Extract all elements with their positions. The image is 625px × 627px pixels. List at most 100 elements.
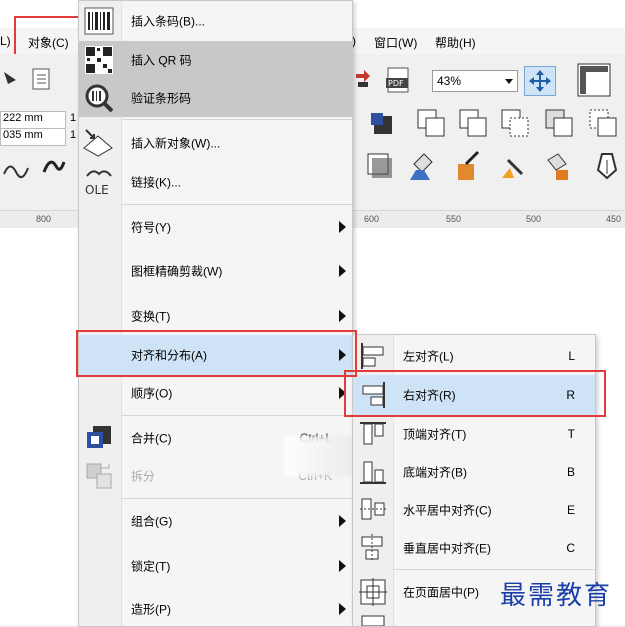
shape-tool-icon[interactable] <box>2 68 22 88</box>
menu-item-label: 造形(P) <box>131 602 171 617</box>
submenu-item-align-top[interactable]: 顶端对齐(T) T <box>353 415 595 453</box>
menu-item-label: 验证条形码 <box>131 91 192 106</box>
menu-item-label: 变换(T) <box>131 309 171 324</box>
submenu-arrow-icon <box>339 221 346 233</box>
menu-separator <box>121 498 352 499</box>
barcode-icon <box>84 7 114 35</box>
submenu-arrow-icon <box>339 310 346 322</box>
export-arrow-icon[interactable] <box>354 68 372 88</box>
document-icon[interactable] <box>30 66 56 92</box>
menu-item-insert-new-object[interactable]: 插入新对象(W)... <box>79 123 352 163</box>
move-arrows-icon <box>529 70 551 92</box>
submenu-item-shortcut: T <box>567 427 575 441</box>
center-page-icon <box>359 578 387 606</box>
submenu-arrow-icon <box>339 603 346 615</box>
dim-field-2[interactable]: 035 mm <box>0 128 66 146</box>
menu-item-label: 拆分 <box>131 469 156 484</box>
verify-barcode-icon <box>85 84 114 113</box>
menu-item-label: 合并(C) <box>131 431 172 446</box>
ruler-label: 800 <box>36 214 52 224</box>
ruler-label: 550 <box>446 214 462 224</box>
submenu-arrow-icon <box>339 265 346 277</box>
menu-item-lock[interactable]: 锁定(T) <box>79 547 352 585</box>
menu-help[interactable]: 帮助(H) <box>435 34 476 51</box>
export-pdf-icon[interactable]: PDF <box>384 66 414 96</box>
mesh-fill-icon[interactable] <box>452 150 486 184</box>
intersect-icon[interactable] <box>498 106 532 140</box>
zoom-select[interactable]: 43% <box>432 70 518 92</box>
curve-tool-icon[interactable] <box>0 154 30 184</box>
menu-item-label: 符号(Y) <box>131 220 171 235</box>
rulers-icon[interactable] <box>576 62 612 98</box>
menu-item-powerclip[interactable]: 图框精确剪裁(W) <box>79 251 352 291</box>
watermark: 最需教育 <box>500 581 613 611</box>
menu-item-insert-qr[interactable]: 插入 QR 码 <box>79 41 352 79</box>
menu-item-link[interactable]: OLE 链接(K)... <box>79 163 352 201</box>
object-menu: 插入条码(B)... 插入 QR 码 验证条形码 插入新对象(W)... OLE… <box>78 0 353 627</box>
svg-text:OLE: OLE <box>85 183 109 197</box>
submenu-arrow-icon <box>339 515 346 527</box>
align-top-icon <box>360 422 386 445</box>
menu-item-order[interactable]: 顺序(O) <box>79 375 352 411</box>
submenu-item-label: 左对齐(L) <box>403 349 454 364</box>
spiral-tool-icon[interactable] <box>38 152 68 182</box>
paint-bucket-icon[interactable] <box>540 150 574 184</box>
chevron-down-icon[interactable] <box>505 79 513 84</box>
menu-item-label: 顺序(O) <box>131 386 173 401</box>
combine-icon <box>87 426 111 448</box>
menu-item-symbol[interactable]: 符号(Y) <box>79 207 352 247</box>
submenu-arrow-icon <box>339 560 346 572</box>
align-distribute-callout <box>76 330 357 377</box>
menu-separator <box>121 119 352 120</box>
submenu-item-align-center-vertical[interactable]: 垂直居中对齐(E) C <box>353 529 595 567</box>
front-minus-back-icon[interactable] <box>586 106 620 140</box>
align-right-callout <box>344 370 606 417</box>
align-objects-icon[interactable] <box>368 110 396 138</box>
fill-tool-icon[interactable] <box>406 150 440 184</box>
menu-item-label: 组合(G) <box>131 514 173 529</box>
dim-field-1[interactable]: 222 mm <box>0 111 66 129</box>
eyedropper-icon[interactable] <box>498 150 532 184</box>
menu-partial-left[interactable]: L) <box>0 34 11 48</box>
menu-item-group[interactable]: 组合(G) <box>79 501 352 541</box>
submenu-item-align-bottom[interactable]: 底端对齐(B) B <box>353 453 595 491</box>
zoom-value: 43% <box>437 74 462 88</box>
ole-icon: OLE <box>85 170 112 197</box>
align-center-horizontal-icon <box>360 498 386 520</box>
submenu-item-shortcut: C <box>566 541 575 555</box>
submenu-item-label: 底端对齐(B) <box>403 465 467 480</box>
menu-item-label: 插入 QR 码 <box>131 53 192 68</box>
menu-item-label: 插入条码(B)... <box>131 14 205 29</box>
shadow-tool-icon[interactable] <box>366 152 396 182</box>
simplify-icon[interactable] <box>542 106 576 140</box>
insert-object-icon <box>83 129 113 157</box>
submenu-item-label: 顶端对齐(T) <box>403 427 467 442</box>
align-center-vertical-icon <box>361 534 383 562</box>
menu-item-shaping[interactable]: 造形(P) <box>79 591 352 627</box>
menu-item-insert-barcode[interactable]: 插入条码(B)... <box>79 1 352 41</box>
ruler-label: 450 <box>606 214 622 224</box>
submenu-item-label: 在页面居中(P) <box>403 585 479 600</box>
weld-icon[interactable] <box>414 106 448 140</box>
ruler-label: 500 <box>526 214 542 224</box>
menu-separator <box>121 415 352 416</box>
pan-tool-button[interactable] <box>524 66 556 96</box>
menu-window[interactable]: 窗口(W) <box>374 34 417 51</box>
svg-text:PDF: PDF <box>388 79 404 88</box>
submenu-item-label: 水平居中对齐(C) <box>403 503 492 518</box>
menu-item-label: 链接(K)... <box>131 175 181 190</box>
dim-field-1-partial: 1 <box>70 112 77 124</box>
align-bottom-icon <box>360 461 386 484</box>
submenu-item-shortcut: B <box>566 465 575 479</box>
menu-item-label: 插入新对象(W)... <box>131 136 221 151</box>
menu-item-label: 锁定(T) <box>131 559 171 574</box>
partial-next-item-icon <box>361 615 385 626</box>
trim-icon[interactable] <box>456 106 490 140</box>
submenu-item-shortcut: L <box>568 349 575 363</box>
submenu-item-align-center-horizontal[interactable]: 水平居中对齐(C) E <box>353 491 595 529</box>
submenu-item-label: 垂直居中对齐(E) <box>403 541 491 556</box>
pen-nib-icon[interactable] <box>592 150 625 184</box>
menu-item-verify-barcode[interactable]: 验证条形码 <box>79 79 352 117</box>
menu-separator <box>121 204 352 205</box>
break-apart-icon <box>86 463 112 489</box>
